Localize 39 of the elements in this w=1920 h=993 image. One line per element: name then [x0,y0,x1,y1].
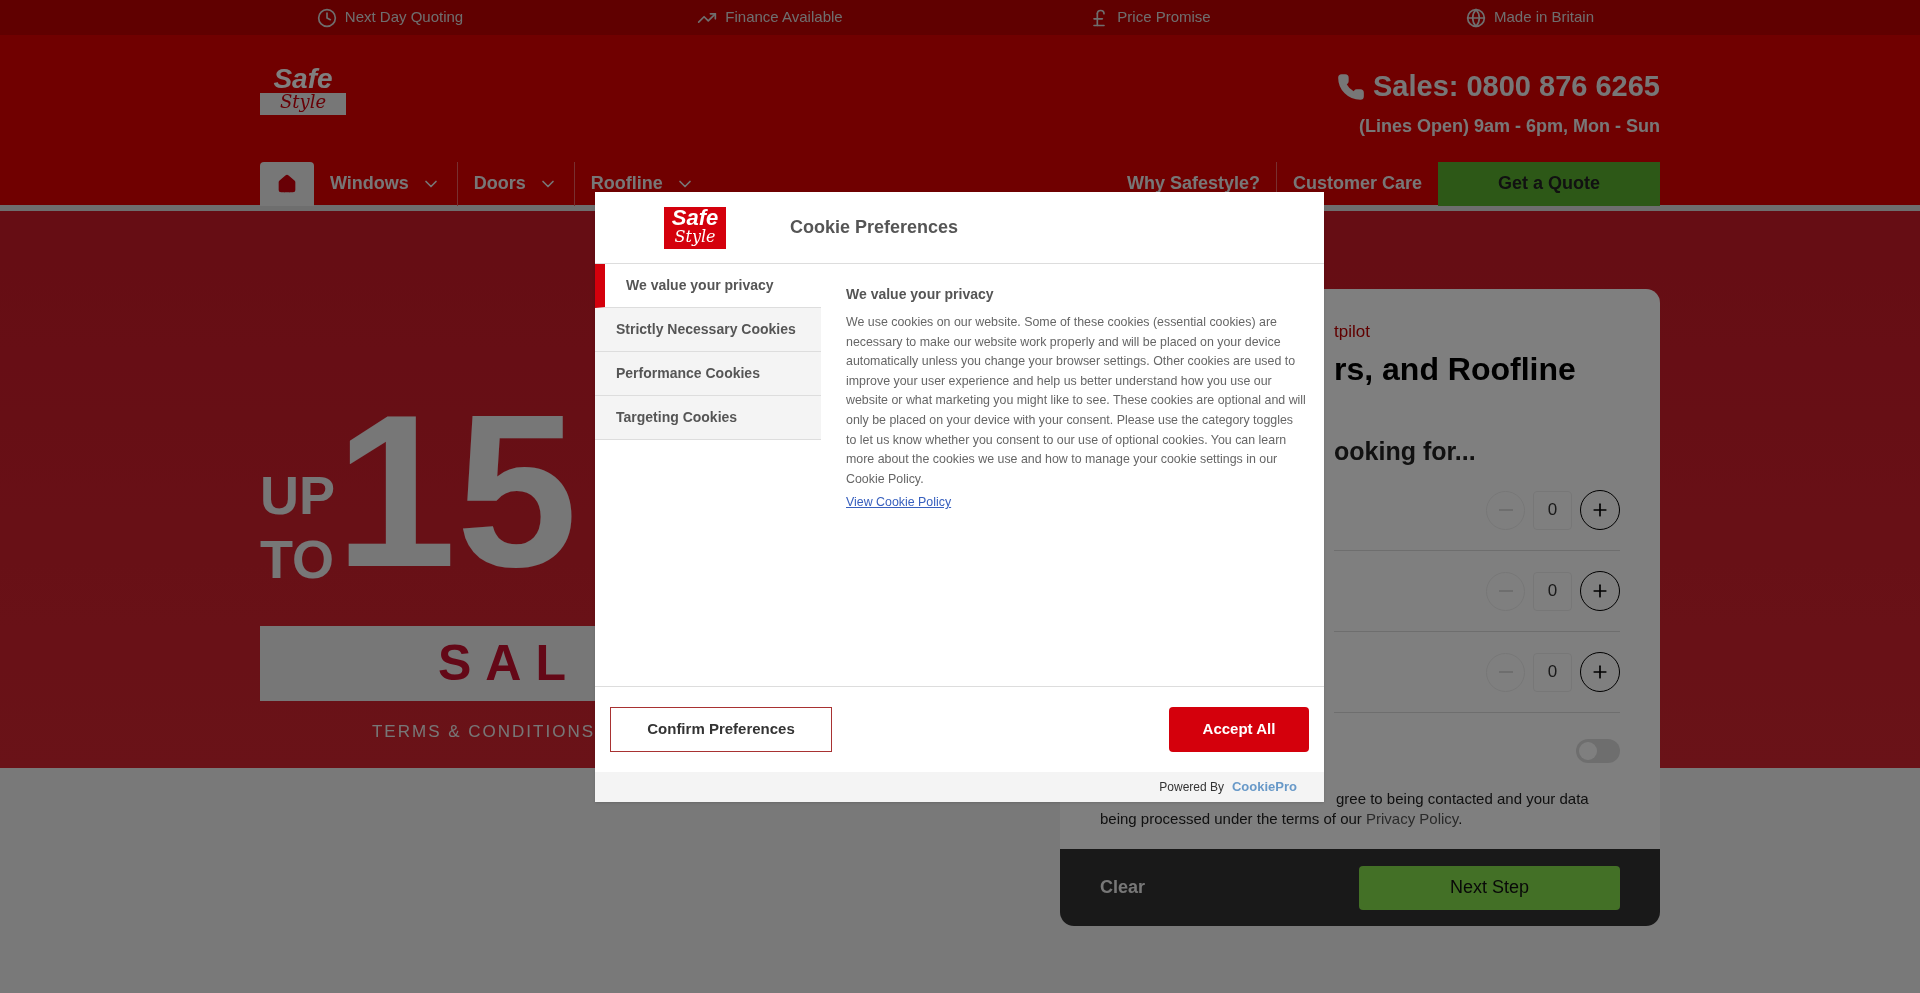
phone-icon [1336,72,1365,101]
form-subheading: ooking for... [1334,435,1477,467]
form-heading: rs, and Roofline [1334,349,1577,389]
cookie-policy-link[interactable]: View Cookie Policy [846,495,952,510]
feature-label: Made in Britain [1493,7,1595,28]
clock-icon [316,7,337,28]
quantity-field[interactable]: 0 [1533,652,1572,692]
feature-label: Price Promise [1117,7,1211,28]
home-icon [277,173,297,194]
terms-text: TERMS & CONDITIONS [372,721,595,743]
trustpilot-text[interactable]: tpilot [1334,319,1620,345]
dialog-title: Cookie Preferences [790,216,959,239]
discount-number: 15 [335,381,578,601]
sale-to-text: TO [260,528,335,591]
opening-hours: (Lines Open) 9am - 6pm, Mon - Sun [1358,114,1660,138]
privacy-policy-link[interactable]: Privacy Policy [1366,810,1459,827]
quantity-field[interactable]: 0 [1533,490,1572,530]
clear-button[interactable]: Clear [1100,874,1146,901]
confirm-preferences-button[interactable]: Confirm Preferences [610,707,832,752]
feature-label: Finance Available [725,7,843,28]
sale-text: SAL [438,634,580,693]
sale-up-text: UP [260,464,335,527]
quantity-field[interactable]: 0 [1533,571,1572,611]
cookie-category-tab[interactable]: Strictly Necessary Cookies [595,308,821,352]
cookie-category-tab[interactable]: Targeting Cookies [595,396,821,440]
cookie-category-tab[interactable]: We value your privacy [595,264,821,308]
section-heading: We value your privacy [846,285,995,304]
privacy-description: We use cookies on our website. Some of these cookies (essential cookies) are necessary to make our website work properly and will be placed on your device automatically unless you change your browser settings. Other cookies are used to improve your user experience and help us better understand how you use our website or what marketing you might like to see. These cookies are optional and will only be placed on your device with your consent. Please use the category toggles to let us know whether you consent to our use of optional cookies. You can learn more about the cookies we use and how to manage your cookie settings in our Cookie Policy. [846,314,1306,488]
get-quote-button[interactable]: Get a Quote [1438,161,1660,206]
globe-icon [1465,7,1486,28]
home-tab[interactable] [260,161,314,206]
next-step-button[interactable]: Next Step [1359,865,1620,910]
cookie-category-tab[interactable]: Performance Cookies [595,352,821,396]
cookiepro-link[interactable]: CookiePro [1232,777,1297,797]
feature-label: Next Day Quoting [344,7,464,28]
phone-number[interactable]: Sales: 0800 876 6265 [1372,65,1660,109]
nav-item[interactable]: Windows [314,161,457,206]
logo[interactable]: Safe Style [260,65,346,140]
accept-all-button[interactable]: Accept All [1169,707,1309,752]
